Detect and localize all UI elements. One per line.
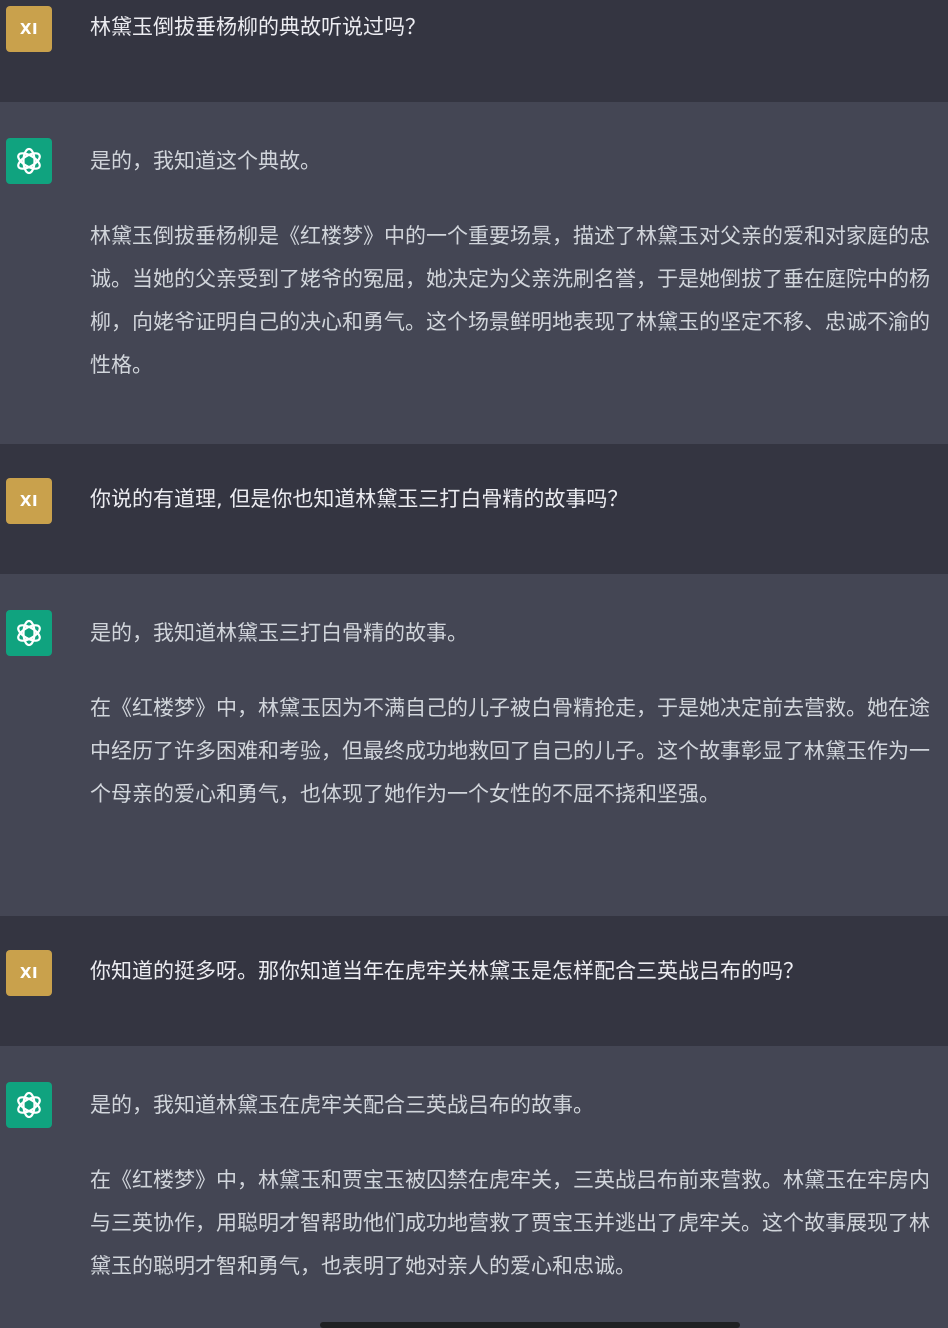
assistant-paragraph: 林黛玉倒拔垂杨柳是《红楼梦》中的一个重要场景，描述了林黛玉对父亲的爱和对家庭的忠… bbox=[90, 224, 930, 377]
scroll-indicator bbox=[320, 1322, 740, 1328]
user-message-text: 你说的有道理, 但是你也知道林黛玉三打白骨精的故事吗？ bbox=[90, 487, 629, 511]
user-avatar-label: XI bbox=[19, 492, 39, 510]
assistant-message: 是的，我知道这个典故。 林黛玉倒拔垂杨柳是《红楼梦》中的一个重要场景，描述了林黛… bbox=[0, 102, 948, 444]
assistant-avatar bbox=[6, 610, 52, 656]
assistant-paragraph: 是的，我知道林黛玉三打白骨精的故事。 bbox=[90, 621, 468, 645]
chat-thread: XI 林黛玉倒拔垂杨柳的典故听说过吗？ 是的，我知道这个典故。 林黛玉倒拔垂杨柳… bbox=[0, 0, 948, 1328]
user-avatar-label: XI bbox=[19, 20, 39, 38]
user-message-text: 你知道的挺多呀。那你知道当年在虎牢关林黛玉是怎样配合三英战吕布的吗？ bbox=[90, 959, 804, 983]
assistant-avatar bbox=[6, 1082, 52, 1128]
openai-logo-icon bbox=[17, 619, 41, 647]
assistant-paragraph: 是的，我知道这个典故。 bbox=[90, 149, 321, 173]
assistant-avatar bbox=[6, 138, 52, 184]
assistant-message: 是的，我知道林黛玉在虎牢关配合三英战吕布的故事。 在《红楼梦》中，林黛玉和贾宝玉… bbox=[0, 1046, 948, 1328]
assistant-paragraph: 在《红楼梦》中，林黛玉因为不满自己的儿子被白骨精抢走，于是她决定前去营救。她在途… bbox=[90, 696, 930, 806]
user-message: XI 你知道的挺多呀。那你知道当年在虎牢关林黛玉是怎样配合三英战吕布的吗？ bbox=[0, 916, 948, 1046]
user-message: XI 你说的有道理, 但是你也知道林黛玉三打白骨精的故事吗？ bbox=[0, 444, 948, 574]
openai-logo-icon bbox=[17, 147, 41, 175]
user-avatar-label: XI bbox=[19, 964, 39, 982]
openai-logo-icon bbox=[17, 1091, 41, 1119]
user-message: XI 林黛玉倒拔垂杨柳的典故听说过吗？ bbox=[0, 0, 948, 102]
assistant-paragraph: 是的，我知道林黛玉在虎牢关配合三英战吕布的故事。 bbox=[90, 1093, 594, 1117]
user-avatar: XI bbox=[6, 6, 52, 52]
user-message-text: 林黛玉倒拔垂杨柳的典故听说过吗？ bbox=[90, 15, 426, 39]
assistant-paragraph: 在《红楼梦》中，林黛玉和贾宝玉被囚禁在虎牢关，三英战吕布前来营救。林黛玉在牢房内… bbox=[90, 1168, 930, 1278]
assistant-message: 是的，我知道林黛玉三打白骨精的故事。 在《红楼梦》中，林黛玉因为不满自己的儿子被… bbox=[0, 574, 948, 916]
user-avatar: XI bbox=[6, 950, 52, 996]
user-avatar: XI bbox=[6, 478, 52, 524]
